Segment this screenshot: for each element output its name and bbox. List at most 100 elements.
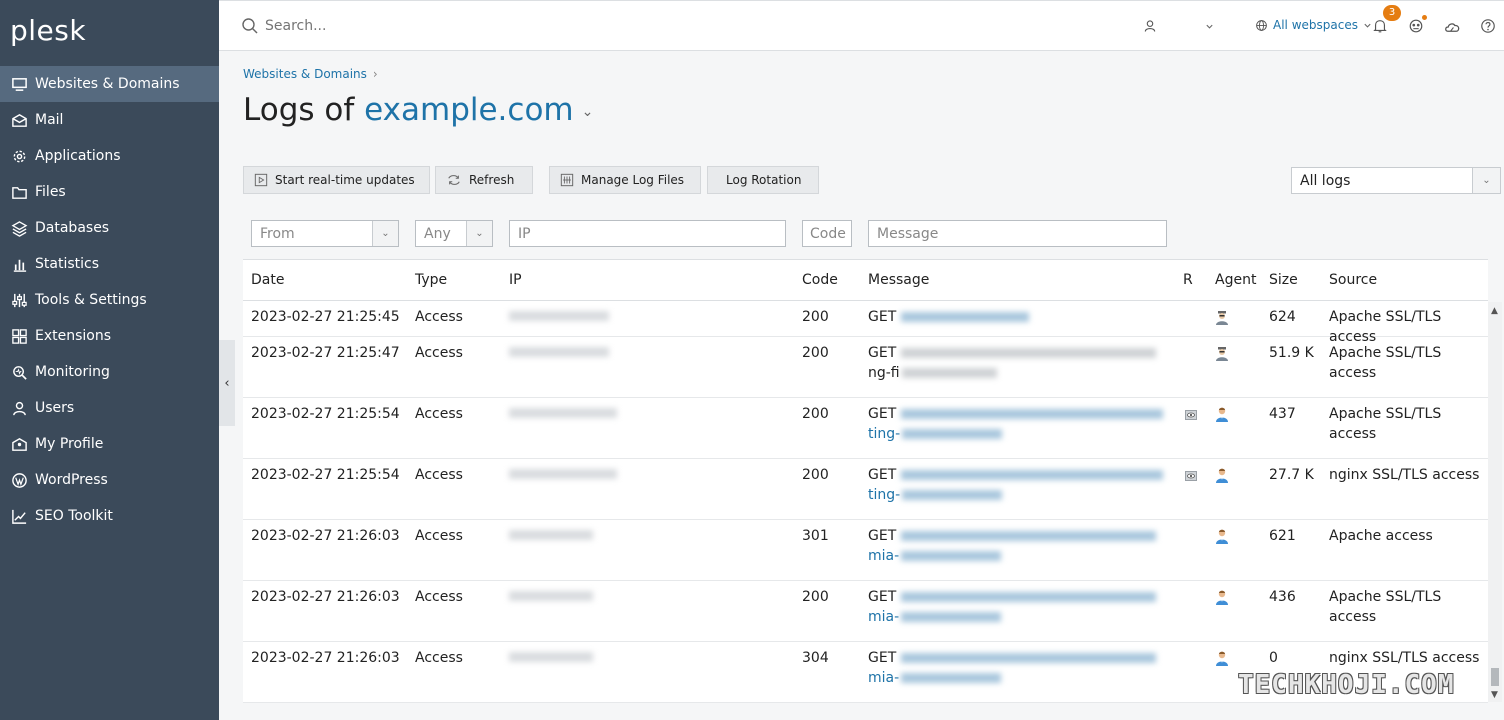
cell-message-url-redacted[interactable] — [900, 470, 1163, 480]
referrer-eye-icon[interactable] — [1185, 410, 1197, 420]
cell-type: Access — [415, 467, 463, 483]
refresh-button[interactable]: Refresh — [435, 166, 533, 194]
log-rotation-button[interactable]: Log Rotation — [707, 166, 819, 194]
chevron-down-icon[interactable]: ⌄ — [582, 104, 594, 120]
cell-message-url-redacted[interactable] — [900, 653, 1156, 663]
column-header-code[interactable]: Code — [802, 272, 838, 288]
manage-log-files-button[interactable]: Manage Log Files — [549, 166, 701, 194]
cell-size: 437 — [1269, 406, 1296, 422]
ip-filter-input[interactable]: IP — [509, 220, 786, 247]
cell-ip-redacted — [509, 469, 617, 479]
refresh-label: Refresh — [469, 173, 515, 187]
table-row[interactable]: 2023-02-27 21:25:47 Access 200 GET ng-fi 51.… — [243, 337, 1488, 398]
cell-message-url-continuation[interactable]: mia- — [868, 609, 899, 625]
cloud-icon[interactable] — [1443, 17, 1461, 35]
sidebar-item-monitoring[interactable]: Monitoring — [0, 354, 219, 390]
user-agent-icon[interactable] — [1214, 467, 1230, 483]
cell-message: GET mia- — [868, 587, 1164, 627]
cell-source: Apache SSL/TLS access — [1329, 589, 1442, 625]
sidebar-item-label: Users — [35, 400, 75, 416]
webspaces-selector[interactable]: All webspaces — [1255, 18, 1372, 32]
cell-message-url-redacted[interactable] — [900, 592, 1156, 602]
sidebar-item-applications[interactable]: Applications — [0, 138, 219, 174]
grid-icon — [10, 327, 28, 345]
column-header-ip[interactable]: IP — [509, 272, 522, 288]
magnifier-icon — [10, 363, 28, 381]
sidebar-item-wordpress[interactable]: WordPress — [0, 462, 219, 498]
cell-message-method: GET — [868, 406, 897, 422]
sidebar-item-databases[interactable]: Databases — [0, 210, 219, 246]
user-account-icon[interactable] — [1141, 17, 1159, 35]
search-input[interactable] — [265, 13, 765, 39]
watermark: TECHKHOJI.COM — [1238, 670, 1455, 700]
help-icon[interactable] — [1479, 17, 1497, 35]
log-files-icon — [560, 173, 574, 187]
code-filter-input[interactable]: Code — [802, 220, 852, 247]
cell-message-url-redacted[interactable] — [900, 531, 1156, 541]
sidebar-item-my-profile[interactable]: My Profile — [0, 426, 219, 462]
scroll-up-icon[interactable]: ▲ — [1491, 306, 1498, 316]
bot-agent-icon[interactable] — [1214, 345, 1230, 361]
scrollbar-thumb[interactable] — [1491, 668, 1499, 686]
column-header-date[interactable]: Date — [251, 272, 284, 288]
cell-message: GET mia- — [868, 526, 1164, 566]
sidebar-item-users[interactable]: Users — [0, 390, 219, 426]
ip-filter-placeholder: IP — [518, 225, 531, 242]
envelope-icon — [10, 111, 28, 129]
column-header-referrer[interactable]: R — [1183, 272, 1193, 288]
cell-message-url-continuation[interactable]: ting- — [868, 426, 900, 442]
user-agent-icon[interactable] — [1214, 650, 1230, 666]
sidebar-item-tools-settings[interactable]: Tools & Settings — [0, 282, 219, 318]
trend-chart-icon — [10, 507, 28, 525]
sidebar-item-files[interactable]: Files — [0, 174, 219, 210]
scroll-down-icon[interactable]: ▼ — [1491, 690, 1498, 700]
table-row[interactable]: 2023-02-27 21:26:03 Access 200 GET mia- 436 A… — [243, 581, 1488, 642]
user-agent-icon[interactable] — [1214, 406, 1230, 422]
sidebar-item-mail[interactable]: Mail — [0, 102, 219, 138]
cell-size: 51.9 K — [1269, 345, 1314, 361]
user-agent-icon[interactable] — [1214, 589, 1230, 605]
sidebar-item-statistics[interactable]: Statistics — [0, 246, 219, 282]
sidebar-collapse-toggle[interactable]: ‹ — [219, 340, 235, 426]
breadcrumb: Websites & Domains › — [243, 67, 378, 81]
breadcrumb-link-websites-domains[interactable]: Websites & Domains — [243, 67, 367, 81]
log-type-select[interactable]: All logs ⌄ — [1291, 167, 1501, 194]
sidebar-item-seo-toolkit[interactable]: SEO Toolkit — [0, 498, 219, 534]
cell-message-url-redacted[interactable] — [900, 312, 1029, 322]
cell-message-url-continuation[interactable]: mia- — [868, 548, 899, 564]
referrer-eye-icon[interactable] — [1185, 471, 1197, 481]
table-row[interactable]: 2023-02-27 21:26:03 Access 301 GET mia- 621 A… — [243, 520, 1488, 581]
user-agent-icon[interactable] — [1214, 528, 1230, 544]
table-row[interactable]: 2023-02-27 21:25:54 Access 200 GET ting- 437… — [243, 398, 1488, 459]
page-title-domain[interactable]: example.com — [364, 92, 574, 128]
start-realtime-updates-button[interactable]: Start real-time updates — [243, 166, 430, 194]
gear-icon — [10, 147, 28, 165]
column-header-agent[interactable]: Agent — [1215, 272, 1256, 288]
cell-ip-redacted — [509, 652, 593, 662]
cell-message-url-continuation[interactable]: ting- — [868, 487, 900, 503]
column-header-message[interactable]: Message — [868, 272, 929, 288]
table-row[interactable]: 2023-02-27 21:25:45 Access 200 GET 624 Apach… — [243, 301, 1488, 345]
top-header: All webspaces 3 — [219, 0, 1504, 51]
log-type-select-value: All logs — [1300, 172, 1351, 189]
from-filter-select[interactable]: From ⌄ — [251, 220, 399, 247]
sliders-icon — [10, 291, 28, 309]
column-header-type[interactable]: Type — [415, 272, 447, 288]
plesk-logo[interactable]: plesk — [10, 14, 86, 47]
type-filter-select[interactable]: Any ⌄ — [415, 220, 493, 247]
sidebar-item-extensions[interactable]: Extensions — [0, 318, 219, 354]
cell-message-url-continuation[interactable]: mia- — [868, 670, 899, 686]
cell-message-method: GET — [868, 345, 897, 361]
sidebar-item-label: Extensions — [35, 328, 112, 344]
column-header-source[interactable]: Source — [1329, 272, 1377, 288]
chevron-down-icon[interactable] — [1200, 17, 1218, 35]
play-icon — [254, 173, 268, 187]
bot-agent-icon[interactable] — [1214, 309, 1230, 325]
cell-ip-redacted — [509, 311, 609, 321]
cell-message-url-redacted[interactable] — [900, 409, 1163, 419]
message-filter-input[interactable]: Message — [868, 220, 1167, 247]
table-scrollbar[interactable]: ▲ ▼ — [1488, 302, 1502, 702]
sidebar-item-websites-domains[interactable]: Websites & Domains — [0, 66, 219, 102]
column-header-size[interactable]: Size — [1269, 272, 1298, 288]
table-row[interactable]: 2023-02-27 21:25:54 Access 200 GET ting- 27.… — [243, 459, 1488, 520]
